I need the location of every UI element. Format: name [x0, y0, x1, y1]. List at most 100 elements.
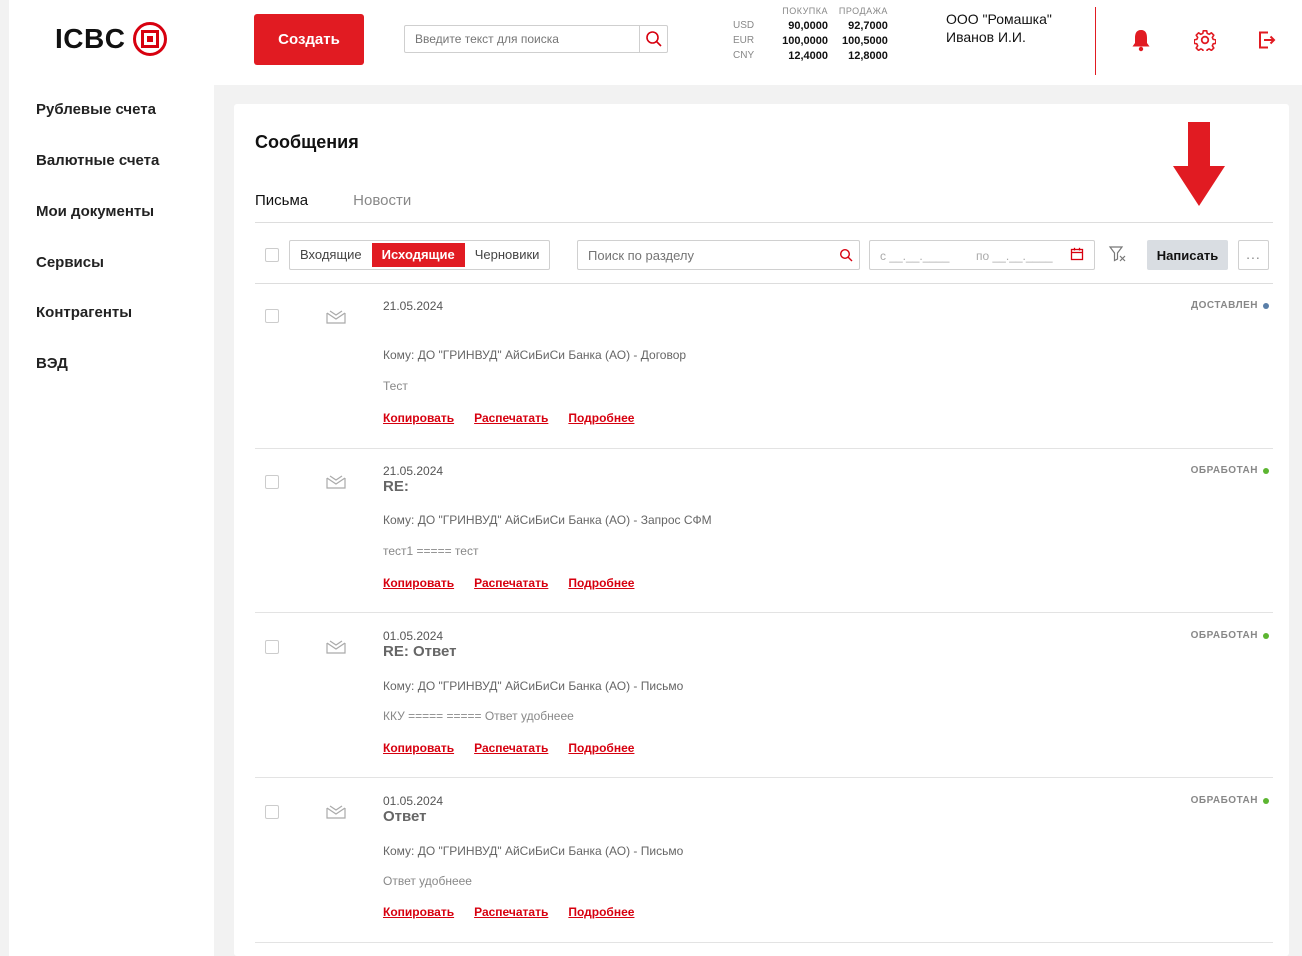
top-header: ICBC Создать ПОКУПКА ПРОДАЖА USD 90,0000… [9, 0, 1302, 85]
details-link[interactable]: Подробнее [568, 741, 634, 755]
details-link[interactable]: Подробнее [568, 411, 634, 425]
message-subject: RE: Ответ [383, 643, 457, 660]
message-actions: Копировать Распечатать Подробнее [383, 741, 634, 755]
sidebar-item-counterparties[interactable]: Контрагенты [36, 304, 132, 321]
copy-link[interactable]: Копировать [383, 411, 454, 425]
header-divider [1095, 7, 1096, 75]
annotation-arrow-icon [1173, 122, 1225, 213]
tab-letters[interactable]: Письма [255, 192, 308, 209]
logo-text: ICBC [55, 23, 126, 54]
search-icon[interactable] [639, 26, 667, 52]
status-dot [1263, 797, 1269, 804]
message-item[interactable]: 21.05.2024 RE: Кому: ДО "ГРИНВУД" АйСиБи… [255, 448, 1273, 613]
rate-currency: USD [733, 20, 755, 31]
message-recipient: Кому: ДО "ГРИНВУД" АйСиБиСи Банка (АО) -… [383, 679, 684, 693]
message-actions: Копировать Распечатать Подробнее [383, 576, 634, 590]
message-recipient: Кому: ДО "ГРИНВУД" АйСиБиСи Банка (АО) -… [383, 348, 687, 362]
tabs: Письма Новости [255, 192, 411, 209]
sidebar-item-ved[interactable]: ВЭД [36, 355, 68, 372]
date-to[interactable]: по __.__.____ [976, 249, 1053, 263]
rate-row: EUR 100,0000 100,5000 [729, 33, 892, 48]
global-search-input[interactable] [405, 26, 639, 52]
status-text: ОБРАБОТАН [1190, 465, 1258, 476]
message-body: тест1 ===== тест [383, 544, 479, 558]
bell-icon[interactable] [1130, 27, 1152, 53]
segment-outbox[interactable]: Исходящие [371, 243, 465, 267]
date-range[interactable]: с __.__.____ по __.__.____ [869, 240, 1095, 270]
logout-icon[interactable] [1256, 27, 1278, 53]
print-link[interactable]: Распечатать [474, 905, 548, 919]
section-search [577, 240, 860, 270]
rate-currency: CNY [733, 50, 755, 61]
sidebar-item-documents[interactable]: Мои документы [36, 203, 154, 220]
rate-sell: 100,5000 [842, 34, 888, 47]
message-checkbox[interactable] [265, 475, 279, 489]
search-icon[interactable] [833, 248, 859, 262]
more-options-button[interactable]: ... [1238, 240, 1269, 270]
message-recipient: Кому: ДО "ГРИНВУД" АйСиБиСи Банка (АО) -… [383, 844, 684, 858]
org-info[interactable]: ООО "Ромашка" Иванов И.И. [946, 10, 1052, 46]
status-dot [1263, 632, 1269, 639]
page-title: Сообщения [255, 132, 359, 152]
rate-buy: 12,4000 [788, 49, 829, 62]
message-actions: Копировать Распечатать Подробнее [383, 905, 634, 919]
message-checkbox[interactable] [265, 309, 279, 323]
section-search-input[interactable] [578, 247, 833, 263]
envelope-icon [325, 308, 347, 329]
status-dot [1263, 467, 1269, 474]
message-checkbox[interactable] [265, 805, 279, 819]
print-link[interactable]: Распечатать [474, 741, 548, 755]
details-link[interactable]: Подробнее [568, 905, 634, 919]
org-name: ООО "Ромашка" [946, 11, 1052, 27]
currency-rates: ПОКУПКА ПРОДАЖА USD 90,0000 92,7000 EUR … [729, 3, 892, 63]
status-badge: ДОСТАВЛЕН [1191, 300, 1269, 311]
gear-icon[interactable] [1194, 27, 1216, 53]
create-button[interactable]: Создать [254, 14, 364, 65]
message-body: Тест [383, 379, 408, 393]
rate-sell: 12,8000 [848, 49, 888, 62]
message-checkbox[interactable] [265, 640, 279, 654]
global-search [404, 25, 668, 53]
message-actions: Копировать Распечатать Подробнее [383, 411, 634, 425]
rate-buy: 90,0000 [788, 19, 829, 32]
details-link[interactable]: Подробнее [568, 576, 634, 590]
sidebar-item-fx-accounts[interactable]: Валютные счета [36, 152, 159, 169]
rate-row: USD 90,0000 92,7000 [729, 18, 892, 33]
message-item[interactable]: 21.05.2024 Кому: ДО "ГРИНВУД" АйСиБиСи Б… [255, 284, 1273, 449]
envelope-icon [325, 473, 347, 494]
envelope-icon [325, 638, 347, 659]
status-dot [1263, 302, 1269, 309]
copy-link[interactable]: Копировать [383, 905, 454, 919]
print-link[interactable]: Распечатать [474, 576, 548, 590]
clear-filter-icon[interactable] [1108, 244, 1128, 269]
status-text: ОБРАБОТАН [1190, 630, 1258, 641]
sidebar-item-services[interactable]: Сервисы [36, 254, 104, 271]
select-all-checkbox[interactable] [265, 248, 279, 262]
sidebar-item-rub-accounts[interactable]: Рублевые счета [36, 101, 156, 118]
tab-news[interactable]: Новости [353, 192, 411, 209]
copy-link[interactable]: Копировать [383, 741, 454, 755]
status-badge: ОБРАБОТАН [1191, 795, 1269, 806]
calendar-icon[interactable] [1070, 247, 1084, 264]
status-text: ОБРАБОТАН [1190, 795, 1258, 806]
date-from[interactable]: с __.__.____ [880, 249, 949, 263]
message-date: 21.05.2024 [383, 299, 444, 313]
rate-sell: 92,7000 [848, 19, 888, 32]
write-button[interactable]: Написать [1147, 240, 1228, 270]
message-body: ККУ ===== ===== Ответ удобнеее [383, 709, 574, 723]
envelope-icon [325, 803, 347, 824]
rate-buy: 100,0000 [782, 34, 829, 47]
status-text: ДОСТАВЛЕН [1191, 300, 1258, 311]
rate-row: CNY 12,4000 12,8000 [729, 48, 892, 63]
message-item[interactable]: 01.05.2024 RE: Ответ Кому: ДО "ГРИНВУД" … [255, 613, 1273, 778]
message-item[interactable]: 01.05.2024 Ответ Кому: ДО "ГРИНВУД" АйСи… [255, 778, 1273, 943]
print-link[interactable]: Распечатать [474, 411, 548, 425]
logo[interactable]: ICBC [55, 22, 168, 56]
message-date: 01.05.2024 [383, 629, 444, 643]
copy-link[interactable]: Копировать [383, 576, 454, 590]
message-date: 21.05.2024 [383, 464, 444, 478]
status-badge: ОБРАБОТАН [1191, 630, 1269, 641]
segment-inbox[interactable]: Входящие [290, 241, 372, 269]
segment-drafts[interactable]: Черновики [465, 241, 550, 269]
left-edge [0, 0, 9, 956]
